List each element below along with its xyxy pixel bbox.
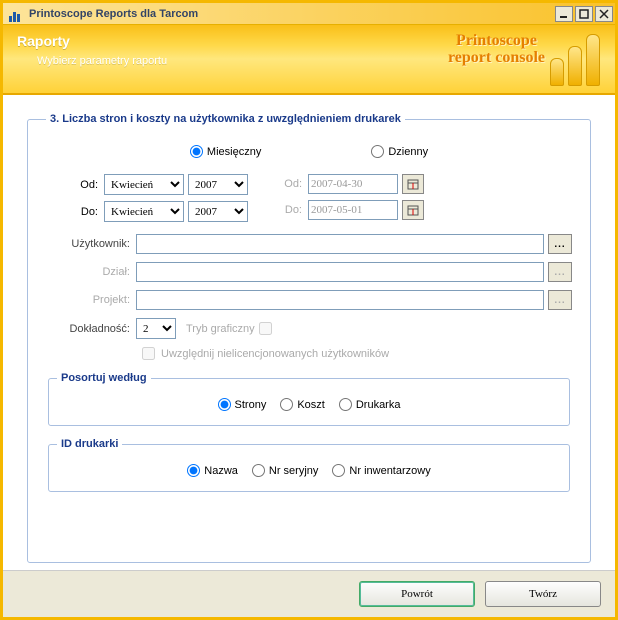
printer-id-label-nazwa: Nazwa <box>204 465 238 477</box>
include-unlicensed-label: Uwzględnij nielicencjonowanych użytkowni… <box>161 348 389 360</box>
minimize-icon <box>559 9 569 19</box>
calendar-icon <box>407 178 419 190</box>
daily-from-label: Od: <box>278 178 308 190</box>
sort-radio-drukarka[interactable] <box>339 398 352 411</box>
printer-id-legend: ID drukarki <box>57 438 122 450</box>
dept-label: Dział: <box>46 266 136 278</box>
dept-browse-button: ... <box>548 262 572 282</box>
printer-id-label-inwentarzowy: Nr inwentarzowy <box>349 465 430 477</box>
from-label: Od: <box>74 179 104 191</box>
printer-id-option-inwentarzowy[interactable]: Nr inwentarzowy <box>332 464 430 477</box>
content-area: 3. Liczba stron i koszty na użytkownika … <box>3 95 615 570</box>
daily-range: Od: Do: <box>278 174 424 222</box>
printer-id-option-nazwa[interactable]: Nazwa <box>187 464 238 477</box>
from-year-select[interactable]: 2007 <box>188 174 248 195</box>
create-button[interactable]: Twórz <box>485 581 601 607</box>
window-controls <box>555 6 613 22</box>
include-unlicensed-checkbox <box>142 347 155 360</box>
daily-to-row: Do: <box>278 200 424 220</box>
sort-option-strony[interactable]: Strony <box>218 398 267 411</box>
printer-id-options: Nazwa Nr seryjny Nr inwentarzowy <box>57 464 561 477</box>
printer-id-label-seryjny: Nr seryjny <box>269 465 319 477</box>
period-daily-radio[interactable] <box>371 145 384 158</box>
daily-from-row: Od: <box>278 174 424 194</box>
graphic-mode-label: Tryb graficzny <box>186 323 255 335</box>
app-icon <box>9 6 25 22</box>
brand-line2: report console <box>448 49 545 66</box>
sort-option-drukarka[interactable]: Drukarka <box>339 398 401 411</box>
report-params-group: 3. Liczba stron i koszty na użytkownika … <box>27 113 591 563</box>
period-daily-label: Dzienny <box>388 146 428 158</box>
project-row: Projekt: ... <box>46 290 572 310</box>
printer-id-option-seryjny[interactable]: Nr seryjny <box>252 464 319 477</box>
precision-select[interactable]: 2 <box>136 318 176 339</box>
printer-id-radio-inwentarzowy[interactable] <box>332 464 345 477</box>
footer-bar: Powrót Twórz <box>3 570 615 617</box>
user-row: Użytkownik: ... <box>46 234 572 254</box>
window-title: Printoscope Reports dla Tarcom <box>29 8 555 20</box>
monthly-range: Od: Kwiecień 2007 Do: Kwiecień 2007 <box>74 174 248 222</box>
project-label: Projekt: <box>46 294 136 306</box>
daily-to-calendar-button[interactable] <box>402 200 424 220</box>
user-browse-button[interactable]: ... <box>548 234 572 254</box>
monthly-to-row: Do: Kwiecień 2007 <box>74 201 248 222</box>
period-monthly-label: Miesięczny <box>207 146 261 158</box>
to-label: Do: <box>74 206 104 218</box>
sort-radio-koszt[interactable] <box>280 398 293 411</box>
daily-to-input <box>308 200 398 220</box>
printer-id-group: ID drukarki Nazwa Nr seryjny Nr inwentar… <box>48 438 570 492</box>
daily-from-calendar-button[interactable] <box>402 174 424 194</box>
user-input[interactable] <box>136 234 544 254</box>
monthly-from-row: Od: Kwiecień 2007 <box>74 174 248 195</box>
close-icon <box>599 9 609 19</box>
precision-row: Dokładność: 2 Tryb graficzny <box>46 318 572 339</box>
to-month-select[interactable]: Kwiecień <box>104 201 184 222</box>
calendar-icon <box>407 204 419 216</box>
period-type-row: Miesięczny Dzienny <box>46 145 572 158</box>
sort-legend: Posortuj według <box>57 372 151 384</box>
brand-text: Printoscope report console <box>448 33 545 67</box>
section-legend: 3. Liczba stron i koszty na użytkownika … <box>46 113 405 125</box>
brand-bars-icon <box>550 31 605 86</box>
maximize-button[interactable] <box>575 6 593 22</box>
precision-label: Dokładność: <box>46 323 136 335</box>
sort-group: Posortuj według Strony Koszt Drukarka <box>48 372 570 426</box>
sort-label-koszt: Koszt <box>297 399 325 411</box>
unlicensed-row: Uwzględnij nielicencjonowanych użytkowni… <box>142 347 572 360</box>
sort-options: Strony Koszt Drukarka <box>57 398 561 411</box>
from-month-select[interactable]: Kwiecień <box>104 174 184 195</box>
project-input <box>136 290 544 310</box>
close-button[interactable] <box>595 6 613 22</box>
printer-id-radio-nazwa[interactable] <box>187 464 200 477</box>
sort-radio-strony[interactable] <box>218 398 231 411</box>
daily-from-input <box>308 174 398 194</box>
graphic-mode-checkbox <box>259 322 272 335</box>
maximize-icon <box>579 9 589 19</box>
dept-row: Dział: ... <box>46 262 572 282</box>
minimize-button[interactable] <box>555 6 573 22</box>
date-range-row: Od: Kwiecień 2007 Do: Kwiecień 2007 Od: <box>74 174 572 222</box>
sort-label-drukarka: Drukarka <box>356 399 401 411</box>
period-daily-option[interactable]: Dzienny <box>371 145 428 158</box>
printer-id-radio-seryjny[interactable] <box>252 464 265 477</box>
brand-line1: Printoscope <box>456 32 537 49</box>
user-label: Użytkownik: <box>46 238 136 250</box>
app-window: Printoscope Reports dla Tarcom Raporty W… <box>0 0 618 620</box>
project-browse-button: ... <box>548 290 572 310</box>
header-band: Raporty Wybierz parametry raportu Printo… <box>3 25 615 95</box>
dept-input <box>136 262 544 282</box>
period-monthly-radio[interactable] <box>190 145 203 158</box>
sort-option-koszt[interactable]: Koszt <box>280 398 325 411</box>
period-monthly-option[interactable]: Miesięczny <box>190 145 261 158</box>
back-button[interactable]: Powrót <box>359 581 475 607</box>
daily-to-label: Do: <box>278 204 308 216</box>
to-year-select[interactable]: 2007 <box>188 201 248 222</box>
sort-label-strony: Strony <box>235 399 267 411</box>
titlebar: Printoscope Reports dla Tarcom <box>3 3 615 25</box>
